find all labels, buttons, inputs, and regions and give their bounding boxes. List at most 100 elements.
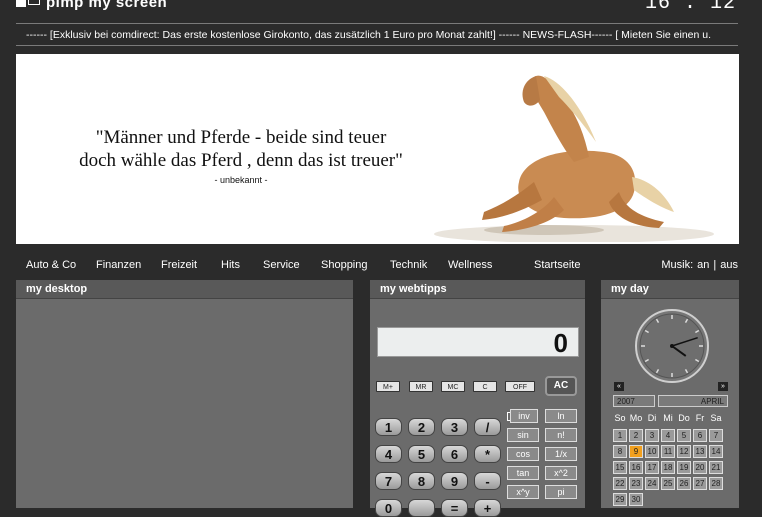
key-plus[interactable]: +	[474, 499, 501, 517]
key-decimal[interactable]	[408, 499, 435, 517]
weekday-label: Sa	[710, 413, 722, 423]
key-6[interactable]: 6	[441, 445, 468, 463]
calendar-day[interactable]: 6	[693, 429, 707, 442]
key-2[interactable]: 2	[408, 418, 435, 436]
logo[interactable]: pimp my screen	[16, 0, 168, 11]
calendar-day-today[interactable]: 9	[629, 445, 643, 458]
music-on-link[interactable]: an	[697, 259, 709, 271]
tan-button[interactable]: tan	[507, 466, 539, 480]
power-button[interactable]: x^y	[507, 485, 539, 499]
quote-line-1: "Männer und Pferde - beide sind teuer	[95, 127, 387, 148]
calendar-day[interactable]: 12	[677, 445, 691, 458]
key-multiply[interactable]: *	[474, 445, 501, 463]
nav-item-shopping[interactable]: Shopping	[321, 259, 368, 271]
calendar-day[interactable]: 25	[661, 477, 675, 490]
calendar-day[interactable]: 4	[661, 429, 675, 442]
calendar-day[interactable]: 5	[677, 429, 691, 442]
all-clear-button[interactable]: AC	[545, 376, 577, 396]
key-1[interactable]: 1	[375, 418, 402, 436]
cos-button[interactable]: cos	[507, 447, 539, 461]
digital-clock: 16 : 12	[644, 0, 736, 15]
nav-item-finanzen[interactable]: Finanzen	[96, 259, 141, 271]
panel-title: my webtipps	[370, 280, 585, 299]
calendar-day[interactable]: 27	[693, 477, 707, 490]
news-ticker[interactable]: ------ [Exklusiv bei comdirect: Das erst…	[16, 26, 738, 44]
prev-month-arrow-icon[interactable]: «	[614, 382, 624, 391]
nav-item-hits[interactable]: Hits	[221, 259, 240, 271]
analog-clock	[635, 309, 709, 383]
nav-item-technik[interactable]: Technik	[390, 259, 427, 271]
calendar-day[interactable]: 11	[661, 445, 675, 458]
weekday-label: Mo	[629, 413, 643, 423]
next-month-arrow-icon[interactable]: »	[718, 382, 728, 391]
key-equals[interactable]: =	[441, 499, 468, 517]
key-7[interactable]: 7	[375, 472, 402, 490]
calendar-day[interactable]: 13	[693, 445, 707, 458]
key-minus[interactable]: -	[474, 472, 501, 490]
square-button[interactable]: x^2	[545, 466, 577, 480]
nav-item-auto[interactable]: Auto & Co	[26, 259, 76, 271]
calendar-day[interactable]: 8	[613, 445, 627, 458]
sin-button[interactable]: sin	[507, 428, 539, 442]
calendar-day[interactable]: 29	[613, 493, 627, 506]
calendar-day[interactable]: 17	[645, 461, 659, 474]
calendar-day[interactable]: 23	[629, 477, 643, 490]
calendar-day[interactable]: 3	[645, 429, 659, 442]
key-4[interactable]: 4	[375, 445, 402, 463]
calendar-day[interactable]: 21	[709, 461, 723, 474]
pi-button[interactable]: pi	[545, 485, 577, 499]
calendar-day[interactable]: 14	[709, 445, 723, 458]
calendar-day[interactable]: 20	[693, 461, 707, 474]
calendar-day[interactable]: 26	[677, 477, 691, 490]
divider	[16, 23, 738, 24]
key-divide[interactable]: /	[474, 418, 501, 436]
music-separator: |	[713, 259, 717, 271]
calendar-day[interactable]: 1	[613, 429, 627, 442]
calendar-day[interactable]: 16	[629, 461, 643, 474]
calendar-day[interactable]: 15	[613, 461, 627, 474]
calendar-day[interactable]: 2	[629, 429, 643, 442]
banner: "Männer und Pferde - beide sind teuer do…	[16, 54, 739, 244]
calendar-day[interactable]: 10	[645, 445, 659, 458]
calendar-month[interactable]: APRIL	[658, 395, 728, 407]
divider	[16, 45, 738, 46]
off-button[interactable]: OFF	[505, 381, 535, 392]
weekday-label: Di	[647, 413, 657, 423]
panel-title: my day	[601, 280, 739, 299]
memory-clear-button[interactable]: MC	[441, 381, 465, 392]
reciprocal-button[interactable]: 1/x	[545, 447, 577, 461]
key-3[interactable]: 3	[441, 418, 468, 436]
calendar-day[interactable]: 24	[645, 477, 659, 490]
nav-item-service[interactable]: Service	[263, 259, 300, 271]
calendar-day[interactable]: 30	[629, 493, 643, 506]
ln-button[interactable]: ln	[545, 409, 577, 423]
memory-recall-button[interactable]: MR	[409, 381, 433, 392]
calendar-year[interactable]: 2007	[613, 395, 655, 407]
memory-plus-button[interactable]: M+	[376, 381, 400, 392]
weekday-label: Do	[678, 413, 690, 423]
calendar-day[interactable]: 22	[613, 477, 627, 490]
calendar-day[interactable]: 7	[709, 429, 723, 442]
calendar-day[interactable]: 18	[661, 461, 675, 474]
calculator-display: 0	[377, 327, 579, 358]
quote-author: - unbekannt -	[214, 175, 268, 185]
calendar-day[interactable]: 28	[709, 477, 723, 490]
nav-item-startseite[interactable]: Startseite	[534, 259, 580, 271]
nav-item-wellness[interactable]: Wellness	[448, 259, 492, 271]
quote-line-2: doch wähle das Pferd , denn das ist treu…	[79, 150, 403, 171]
nav-item-freizeit[interactable]: Freizeit	[161, 259, 197, 271]
weekday-label: Mi	[663, 413, 673, 423]
clear-button[interactable]: C	[473, 381, 497, 392]
key-8[interactable]: 8	[408, 472, 435, 490]
calendar-day[interactable]: 19	[677, 461, 691, 474]
key-0[interactable]: 0	[375, 499, 402, 517]
banner-quote: "Männer und Pferde - beide sind teuer do…	[16, 126, 466, 172]
factorial-button[interactable]: n!	[545, 428, 577, 442]
music-off-link[interactable]: aus	[720, 259, 738, 271]
main-nav: Auto & Co Finanzen Freizeit Hits Service…	[16, 253, 738, 277]
inv-button[interactable]: inv	[510, 409, 538, 423]
logo-text: pimp my screen	[46, 0, 168, 11]
key-9[interactable]: 9	[441, 472, 468, 490]
horse-image	[434, 75, 714, 242]
key-5[interactable]: 5	[408, 445, 435, 463]
